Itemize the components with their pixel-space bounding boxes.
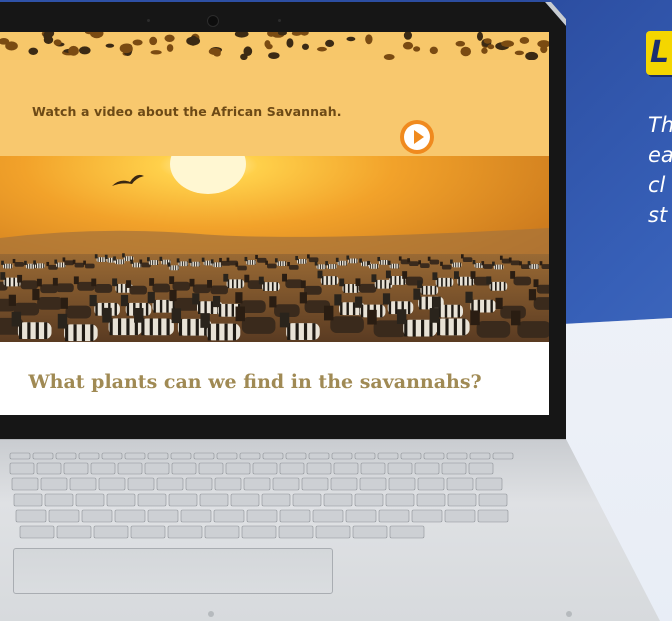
- heading-badge: L: [646, 31, 672, 75]
- question-section: What plants can we find in the savannahs…: [0, 342, 549, 415]
- side-line-2: ea: [648, 143, 672, 167]
- leopard-print-border: [0, 32, 549, 60]
- trackpad: [13, 548, 333, 594]
- keyboard: [9, 452, 514, 539]
- side-line-3: cl: [648, 173, 666, 197]
- side-description: Th ea cl st: [648, 110, 672, 230]
- laptop-screen: Watch a video about the African Savannah…: [0, 32, 549, 415]
- side-line-1: Th: [648, 113, 672, 137]
- savannah-sunset-zebras-photo: [0, 156, 549, 342]
- laptop-foot: [566, 611, 572, 617]
- video-banner-text[interactable]: Watch a video about the African Savannah…: [32, 104, 342, 119]
- sensor-dot: [278, 19, 281, 22]
- laptop-foot: [208, 611, 214, 617]
- play-circle-icon[interactable]: [400, 120, 434, 154]
- sensor-dot: [147, 19, 150, 22]
- side-line-4: st: [648, 203, 668, 227]
- webcam: [207, 15, 219, 27]
- video-banner[interactable]: Watch a video about the African Savannah…: [0, 60, 549, 156]
- heading-badge-text: L: [650, 35, 670, 70]
- question-title: What plants can we find in the savannahs…: [28, 371, 482, 393]
